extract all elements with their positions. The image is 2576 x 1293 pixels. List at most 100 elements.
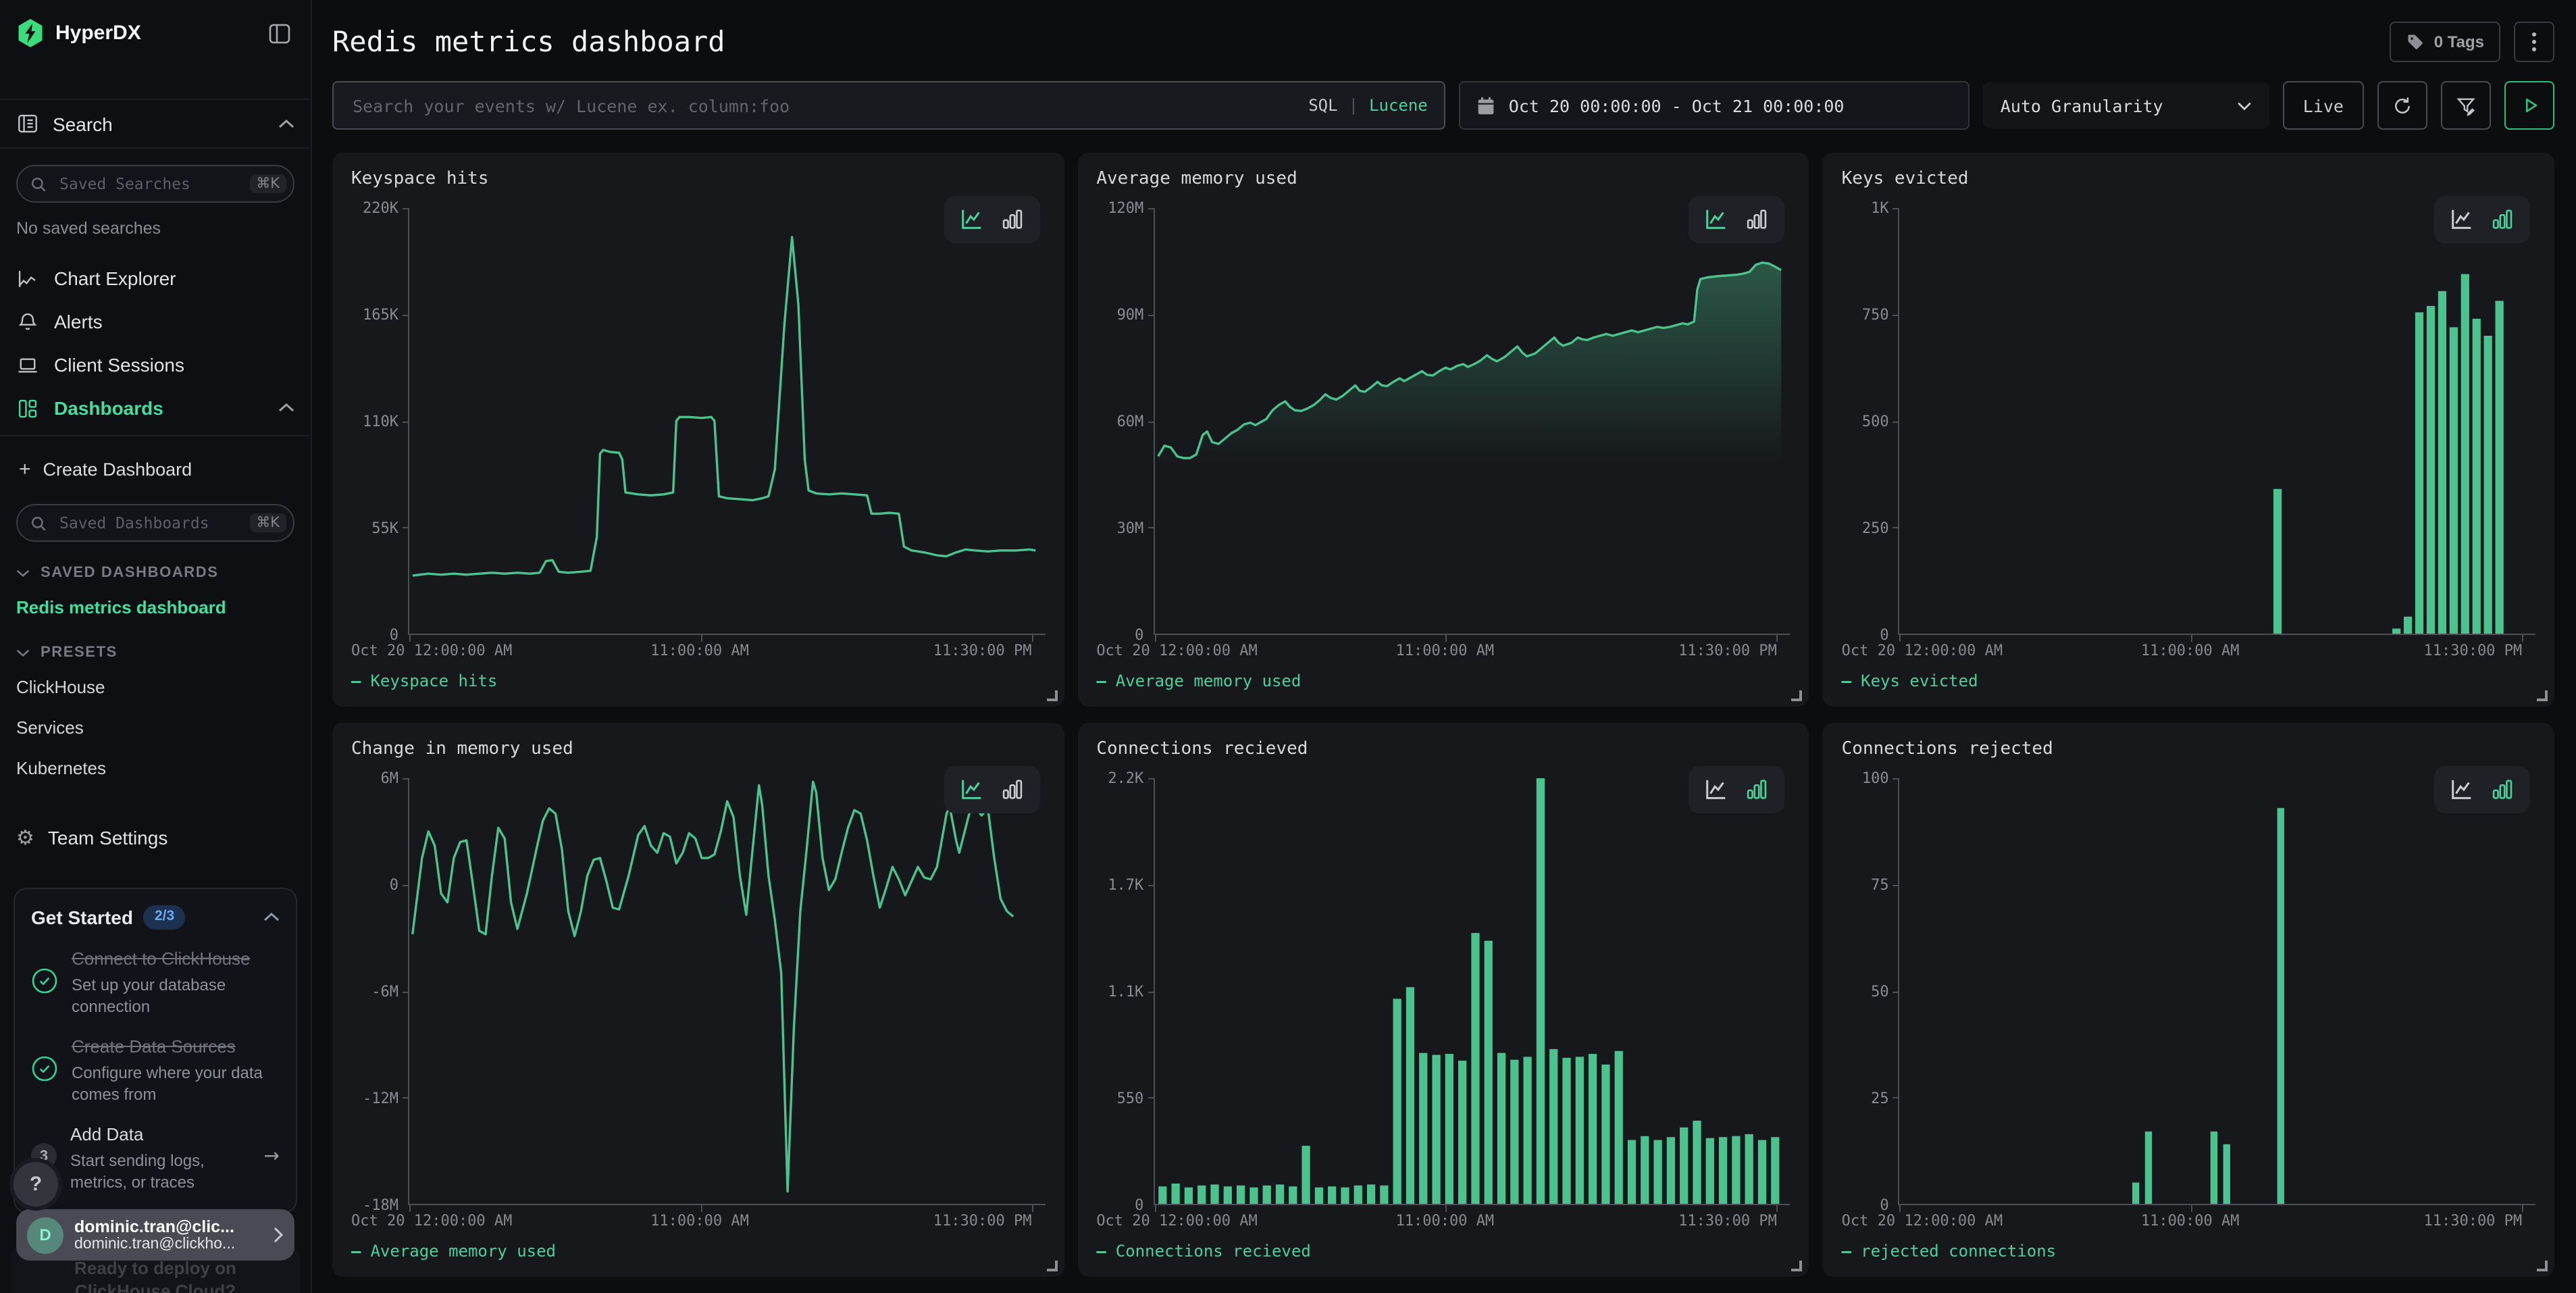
resize-handle[interactable] xyxy=(2537,1261,2548,1271)
saved-searches-field[interactable] xyxy=(57,173,240,195)
chart-title: Change in memory used xyxy=(351,739,1045,759)
chart-legend[interactable]: —Connections recieved xyxy=(1096,1234,1790,1269)
sidebar-item-kubernetes[interactable]: Kubernetes xyxy=(0,755,311,782)
x-axis-label: Oct 20 12:00:00 AM xyxy=(351,642,512,659)
sidebar-item-dashboards[interactable]: Dashboards xyxy=(0,386,311,430)
get-started-step-connect[interactable]: Connect to ClickHouse Set up your databa… xyxy=(31,948,280,1017)
chevron-up-icon[interactable] xyxy=(263,912,280,923)
x-axis-label: 11:00:00 AM xyxy=(2141,1212,2240,1229)
chevron-up-icon[interactable] xyxy=(278,403,294,413)
live-button[interactable]: Live xyxy=(2283,81,2364,130)
filter-button[interactable] xyxy=(2441,81,2491,130)
x-axis-label: Oct 20 12:00:00 AM xyxy=(1096,642,1257,659)
search-icon xyxy=(30,175,47,193)
event-search-box[interactable]: SQL | Lucene xyxy=(332,81,1445,130)
sql-toggle[interactable]: SQL xyxy=(1308,96,1337,115)
x-axis-label: 11:30:00 PM xyxy=(1678,642,1777,659)
plot-area xyxy=(1899,778,2535,1205)
x-axis-label: 11:30:00 PM xyxy=(2423,642,2522,659)
resize-handle[interactable] xyxy=(2537,690,2548,701)
help-button[interactable]: ? xyxy=(9,1158,62,1211)
line-chart-icon[interactable] xyxy=(2449,777,2475,803)
bar-chart-icon[interactable] xyxy=(1745,777,1770,803)
x-axis-label: 11:30:00 PM xyxy=(1678,1212,1777,1229)
bar-chart-icon[interactable] xyxy=(1745,207,1770,232)
more-options-button[interactable] xyxy=(2514,22,2554,62)
line-chart-icon[interactable] xyxy=(958,207,984,232)
bar-chart-icon[interactable] xyxy=(2490,207,2515,232)
run-query-button[interactable] xyxy=(2504,81,2554,130)
sidebar-item-services[interactable]: Services xyxy=(0,715,311,742)
group-saved-dashboards[interactable]: SAVED DASHBOARDS xyxy=(16,565,294,581)
x-axis-label: 11:30:00 PM xyxy=(933,642,1032,659)
chart-legend[interactable]: —Average memory used xyxy=(351,1234,1045,1269)
line-chart-icon[interactable] xyxy=(958,777,984,803)
x-axis-label: Oct 20 12:00:00 AM xyxy=(1842,1212,2003,1229)
saved-searches-input[interactable]: ⌘K xyxy=(16,165,294,203)
sidebar-item-team-settings[interactable]: ⚙ Team Settings xyxy=(0,817,311,858)
chevron-down-icon xyxy=(16,648,30,657)
sidebar-item-alerts[interactable]: Alerts xyxy=(0,300,311,343)
chart-legend[interactable]: —rejected connections xyxy=(1842,1234,2535,1269)
search-section-icon xyxy=(16,112,39,135)
chart-legend[interactable]: —Keyspace hits xyxy=(351,663,1045,699)
bar-chart-icon[interactable] xyxy=(999,207,1025,232)
line-chart-icon[interactable] xyxy=(2449,207,2475,232)
chart-explorer-icon xyxy=(16,267,39,290)
chart-card-change-in-memory-used: Change in memory used-18M-12M-6M06MOct 2… xyxy=(332,723,1064,1277)
event-search-input[interactable] xyxy=(350,94,1295,117)
logo-row: HyperDX xyxy=(0,0,311,65)
sidebar-nav: Chart Explorer Alerts Client Sessions Da… xyxy=(0,257,311,430)
lucene-toggle[interactable]: Lucene xyxy=(1369,96,1428,115)
calendar-icon xyxy=(1476,95,1495,116)
y-axis-label: 500 xyxy=(1862,413,1889,430)
chart-type-toggle xyxy=(2434,766,2530,813)
y-axis-label: 750 xyxy=(1862,306,1889,324)
y-axis-label: 550 xyxy=(1117,1090,1144,1107)
y-axis-label: 30M xyxy=(1117,519,1144,537)
sidebar-item-client-sessions[interactable]: Client Sessions xyxy=(0,343,311,386)
y-axis-label: 55K xyxy=(371,519,398,537)
y-axis-label: 220K xyxy=(363,199,398,217)
line-chart-icon[interactable] xyxy=(1704,207,1730,232)
y-axis-label: 1K xyxy=(1871,199,1889,217)
sidebar-item-redis-dashboard[interactable]: Redis metrics dashboard xyxy=(0,594,311,622)
get-started-step-sources[interactable]: Create Data Sources Configure where your… xyxy=(31,1036,280,1106)
group-presets[interactable]: PRESETS xyxy=(16,644,294,661)
sidebar-section-search[interactable]: Search xyxy=(0,99,311,149)
sidebar-item-chart-explorer[interactable]: Chart Explorer xyxy=(0,257,311,300)
resize-handle[interactable] xyxy=(1046,690,1057,701)
y-axis-label: 0 xyxy=(390,876,398,894)
saved-dashboards-input[interactable]: ⌘K xyxy=(16,504,294,542)
shortcut-badge: ⌘K xyxy=(249,174,286,194)
get-started-title: Get Started xyxy=(31,907,133,928)
resize-handle[interactable] xyxy=(1792,690,1803,701)
bar-chart-icon[interactable] xyxy=(2490,777,2515,803)
gear-icon: ⚙ xyxy=(16,828,34,848)
chevron-up-icon[interactable] xyxy=(278,118,294,129)
sidebar-item-clickhouse[interactable]: ClickHouse xyxy=(0,674,311,701)
y-axis-label: 100 xyxy=(1862,769,1889,787)
y-axis-label: 60M xyxy=(1117,413,1144,430)
y-axis-label: 6M xyxy=(381,769,399,787)
x-axis-label: Oct 20 12:00:00 AM xyxy=(1842,642,2003,659)
saved-dashboards-field[interactable] xyxy=(57,512,240,534)
chart-legend[interactable]: —Average memory used xyxy=(1096,663,1790,699)
chart-title: Average memory used xyxy=(1096,169,1790,189)
tags-button[interactable]: 0 Tags xyxy=(2390,22,2500,62)
user-menu[interactable]: D dominic.tran@clic... dominic.tran@clic… xyxy=(16,1209,294,1261)
hyperdx-logo-icon xyxy=(16,18,45,49)
bar-chart-icon[interactable] xyxy=(999,777,1025,803)
resize-handle[interactable] xyxy=(1792,1261,1803,1271)
sidebar-collapse-icon[interactable] xyxy=(265,18,294,48)
refresh-button[interactable] xyxy=(2377,81,2427,130)
resize-handle[interactable] xyxy=(1046,1261,1057,1271)
time-range-picker[interactable]: Oct 20 00:00:00 - Oct 21 00:00:00 xyxy=(1459,81,1969,130)
line-chart-icon[interactable] xyxy=(1704,777,1730,803)
user-name: dominic.tran@clic... xyxy=(74,1217,262,1236)
get-started-step-add-data[interactable]: 3 Add Data Start sending logs, metrics, … xyxy=(31,1124,280,1194)
chart-legend[interactable]: —Keys evicted xyxy=(1842,663,2535,699)
plot-area xyxy=(408,208,1045,635)
create-dashboard-button[interactable]: + Create Dashboard xyxy=(0,450,311,488)
granularity-select[interactable]: Auto Granularity xyxy=(1983,82,2269,128)
